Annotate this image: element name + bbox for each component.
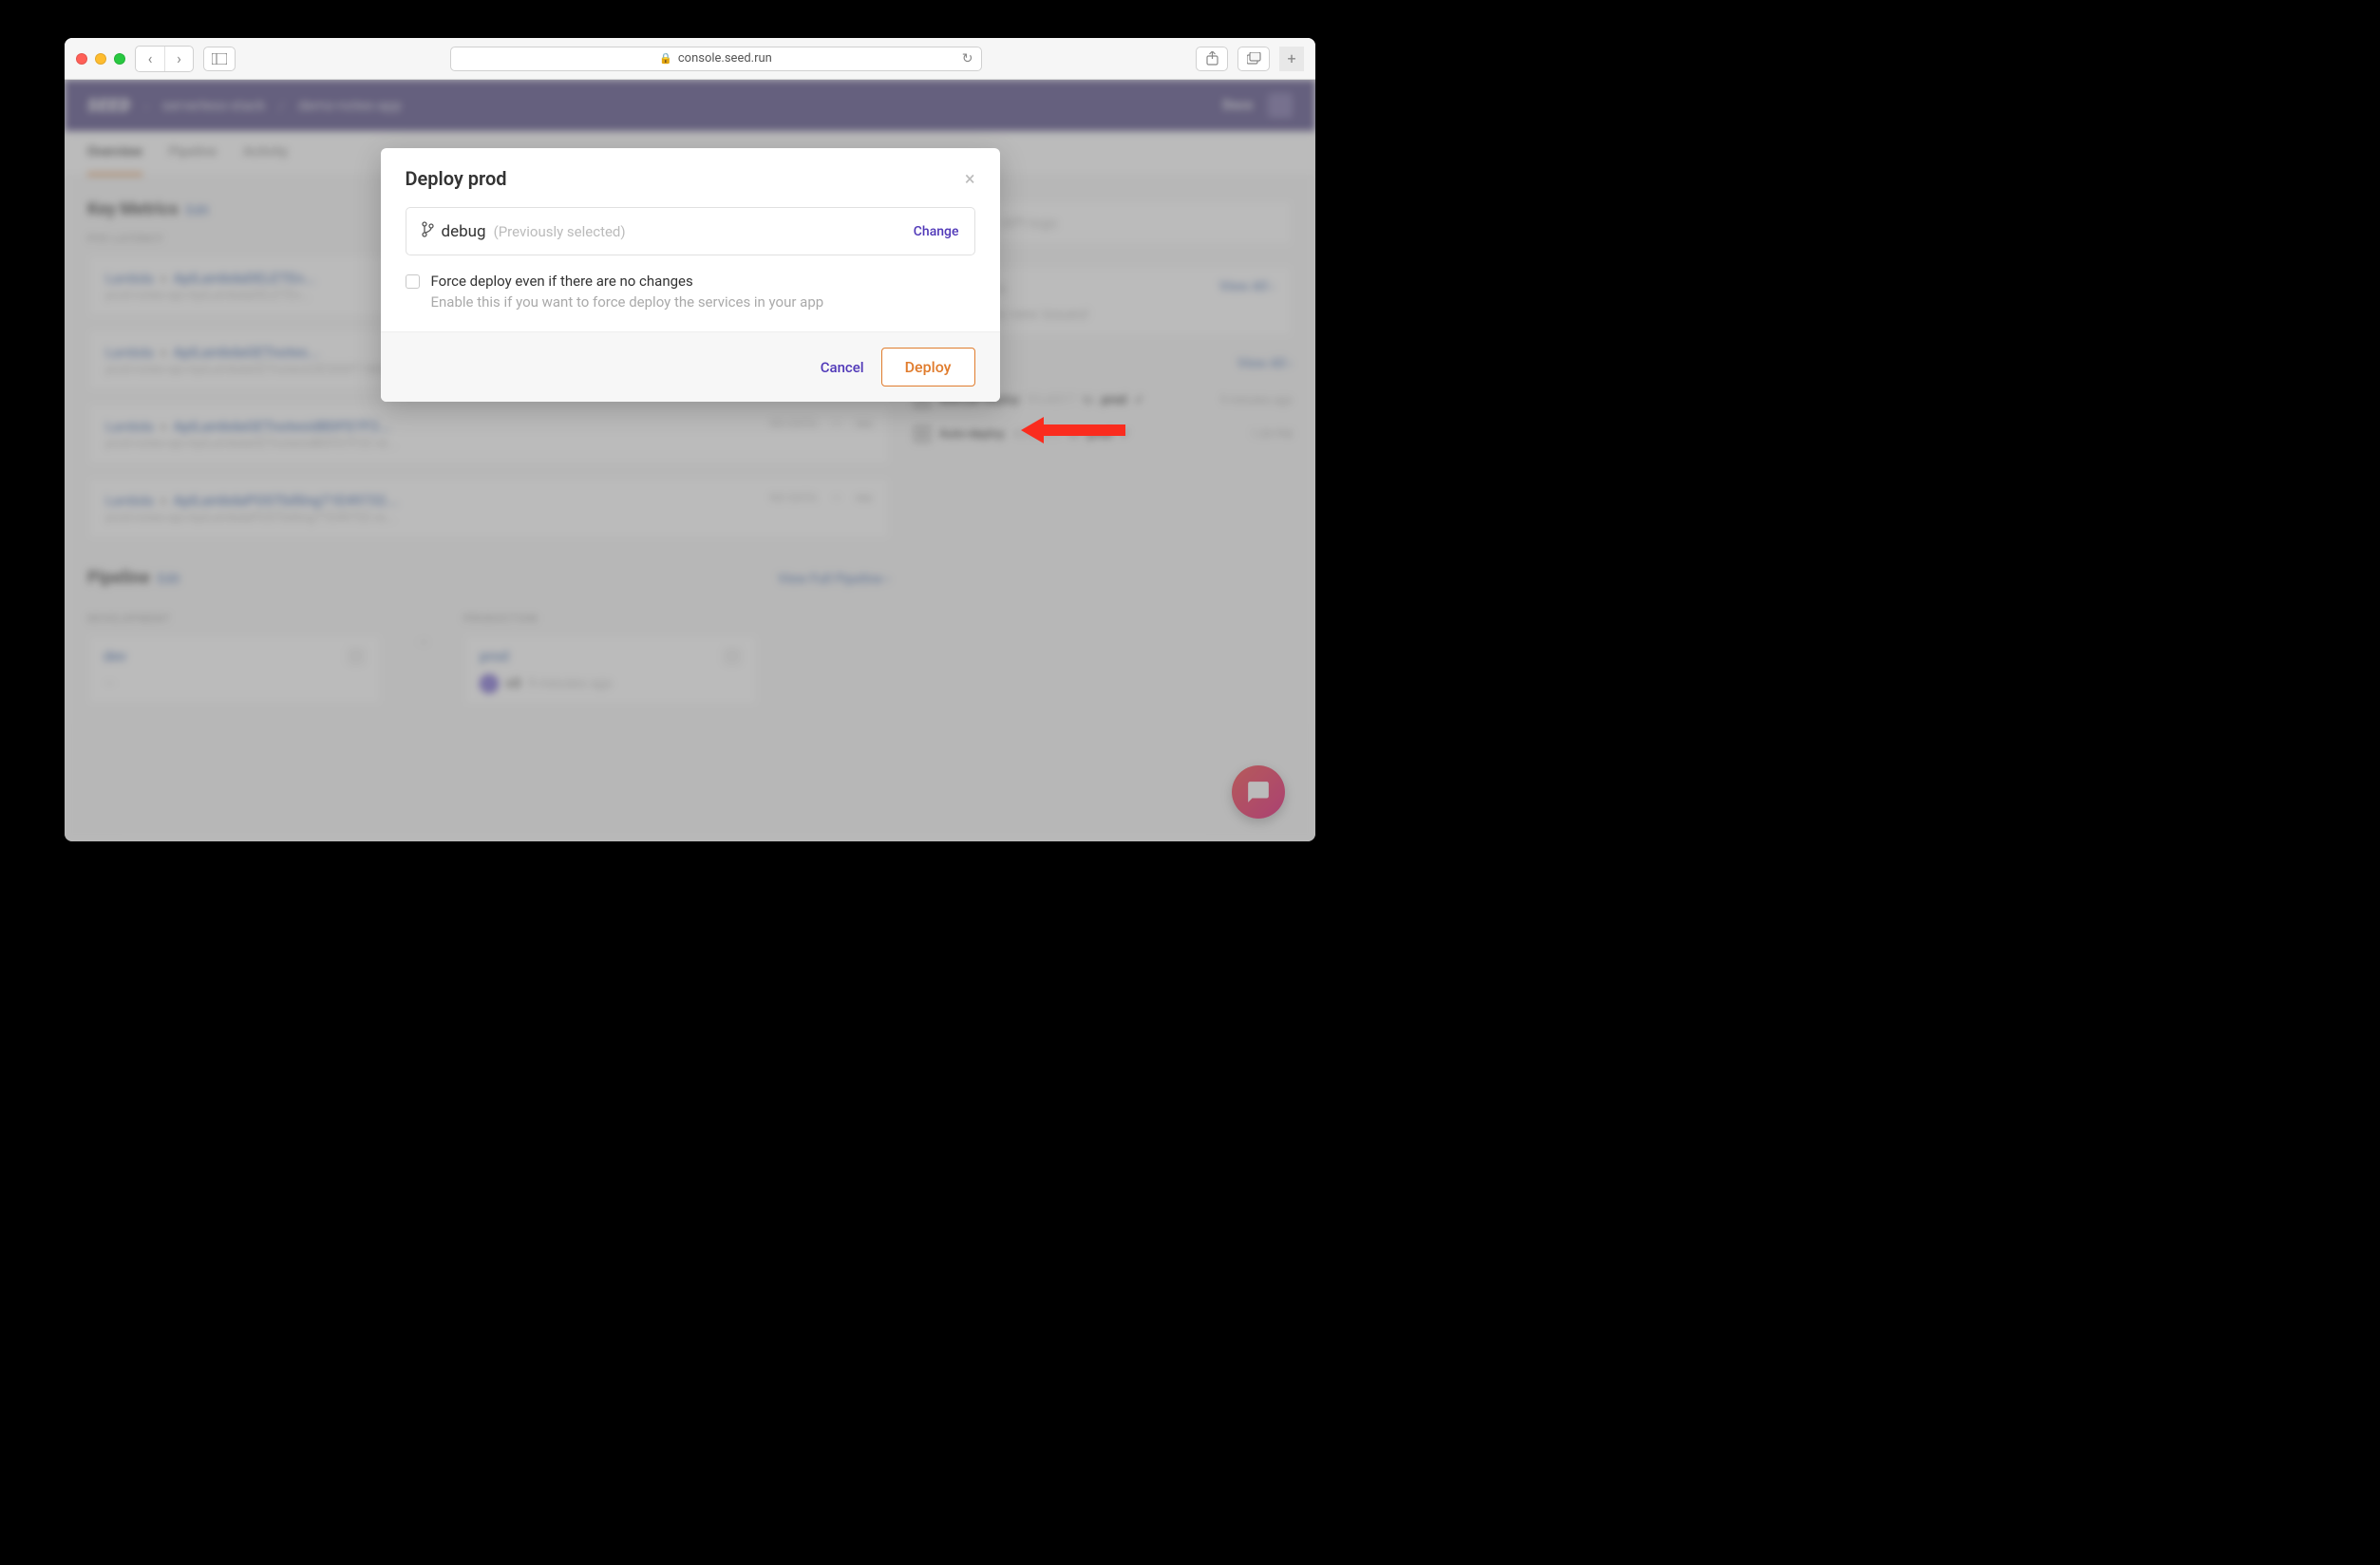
url-bar[interactable]: 🔒 console.seed.run ↻ bbox=[450, 47, 982, 71]
share-button[interactable] bbox=[1196, 47, 1228, 71]
annotation-arrow bbox=[1021, 417, 1125, 443]
window-maximize-button[interactable] bbox=[114, 53, 125, 65]
force-deploy-label: Force deploy even if there are no change… bbox=[431, 273, 975, 290]
forward-button[interactable]: › bbox=[164, 47, 193, 71]
window-close-button[interactable] bbox=[76, 53, 87, 65]
modal-title: Deploy prod bbox=[406, 167, 507, 190]
close-icon[interactable]: × bbox=[965, 167, 975, 190]
window-minimize-button[interactable] bbox=[95, 53, 106, 65]
branch-icon bbox=[422, 221, 434, 241]
force-deploy-help: Enable this if you want to force deploy … bbox=[431, 293, 975, 311]
lock-icon: 🔒 bbox=[659, 52, 672, 65]
browser-window: ‹ › 🔒 console.seed.run ↻ + SEED › bbox=[65, 38, 1315, 841]
reload-icon[interactable]: ↻ bbox=[962, 51, 973, 66]
force-deploy-row: Force deploy even if there are no change… bbox=[406, 273, 975, 311]
content-area: SEED › serverless-stack / demo-notes-app… bbox=[65, 80, 1315, 841]
deploy-modal: Deploy prod × debug (Previously selected… bbox=[381, 148, 1000, 402]
traffic-lights bbox=[76, 53, 125, 65]
url-host-text: console.seed.run bbox=[678, 51, 772, 66]
modal-header: Deploy prod × bbox=[381, 148, 1000, 207]
change-branch-link[interactable]: Change bbox=[914, 224, 959, 239]
browser-titlebar: ‹ › 🔒 console.seed.run ↻ + bbox=[65, 38, 1315, 80]
right-toolbar: + bbox=[1196, 47, 1304, 71]
branch-name: debug bbox=[442, 222, 486, 241]
tabs-button[interactable] bbox=[1237, 47, 1270, 71]
force-deploy-checkbox[interactable] bbox=[406, 274, 420, 289]
new-tab-button[interactable]: + bbox=[1279, 47, 1304, 71]
sidebar-toggle-button[interactable] bbox=[203, 47, 236, 71]
modal-body: debug (Previously selected) Change Force… bbox=[381, 207, 1000, 331]
back-button[interactable]: ‹ bbox=[136, 47, 164, 71]
branch-hint: (Previously selected) bbox=[494, 223, 626, 240]
cancel-button[interactable]: Cancel bbox=[821, 359, 864, 376]
modal-footer: Cancel Deploy bbox=[381, 331, 1000, 402]
nav-buttons: ‹ › bbox=[135, 46, 194, 72]
deploy-button[interactable]: Deploy bbox=[881, 348, 975, 387]
branch-selector: debug (Previously selected) Change bbox=[406, 207, 975, 255]
